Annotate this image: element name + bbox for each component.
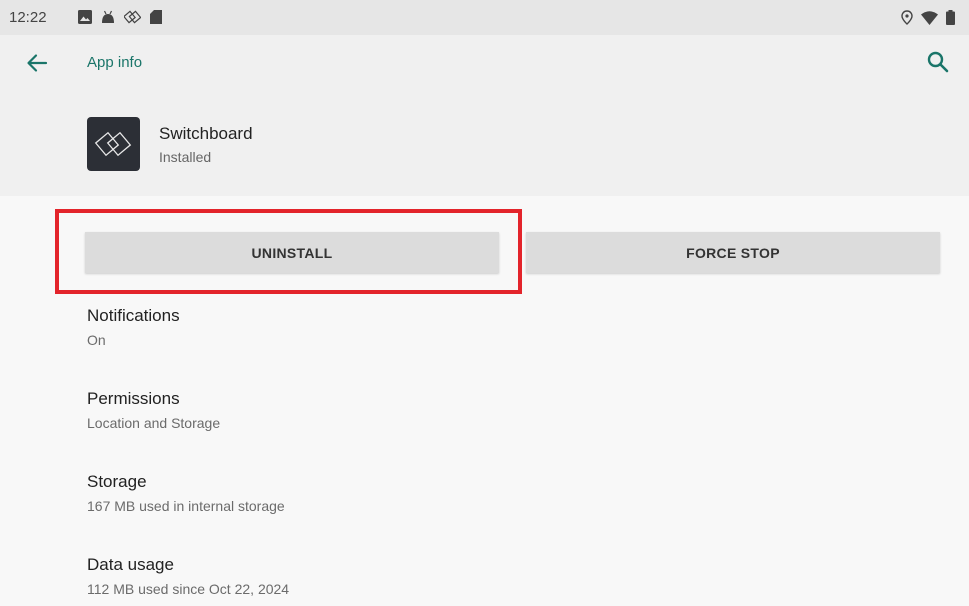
image-icon bbox=[78, 10, 92, 24]
pref-summary: Location and Storage bbox=[87, 415, 221, 431]
status-time: 12:22 bbox=[9, 9, 47, 26]
status-notification-icons bbox=[78, 10, 162, 24]
pref-title: Data usage bbox=[87, 555, 174, 574]
pref-title: Permissions bbox=[87, 389, 180, 408]
sd-card-icon bbox=[150, 10, 162, 24]
switchboard-app-icon bbox=[87, 117, 140, 171]
pref-notifications[interactable]: Notifications On bbox=[87, 306, 180, 348]
app-header bbox=[0, 35, 969, 196]
app-name: Switchboard bbox=[159, 124, 253, 143]
back-arrow-icon[interactable] bbox=[24, 50, 50, 76]
switchboard-notification-icon bbox=[124, 10, 141, 24]
uninstall-button[interactable]: UNINSTALL bbox=[85, 232, 499, 273]
pref-summary: On bbox=[87, 332, 106, 348]
android-icon bbox=[102, 10, 114, 23]
wifi-icon bbox=[921, 10, 938, 25]
search-icon[interactable] bbox=[925, 49, 951, 75]
pref-permissions[interactable]: Permissions Location and Storage bbox=[87, 389, 220, 431]
pref-storage[interactable]: Storage 167 MB used in internal storage bbox=[87, 472, 285, 514]
app-install-status: Installed bbox=[159, 149, 212, 165]
location-icon bbox=[901, 10, 913, 25]
pref-summary: 112 MB used since Oct 22, 2024 bbox=[87, 581, 290, 597]
pref-summary: 167 MB used in internal storage bbox=[87, 498, 285, 514]
status-system-icons bbox=[901, 10, 955, 25]
battery-icon bbox=[946, 10, 955, 25]
force-stop-button[interactable]: FORCE STOP bbox=[526, 232, 940, 273]
app-info-content: UNINSTALL FORCE STOP Notifications On Pe… bbox=[0, 196, 969, 606]
page-title: App info bbox=[87, 54, 143, 71]
pref-title: Notifications bbox=[87, 306, 180, 325]
pref-title: Storage bbox=[87, 472, 147, 491]
status-bar: 12:22 bbox=[0, 0, 969, 35]
pref-data-usage[interactable]: Data usage 112 MB used since Oct 22, 202… bbox=[87, 555, 289, 597]
